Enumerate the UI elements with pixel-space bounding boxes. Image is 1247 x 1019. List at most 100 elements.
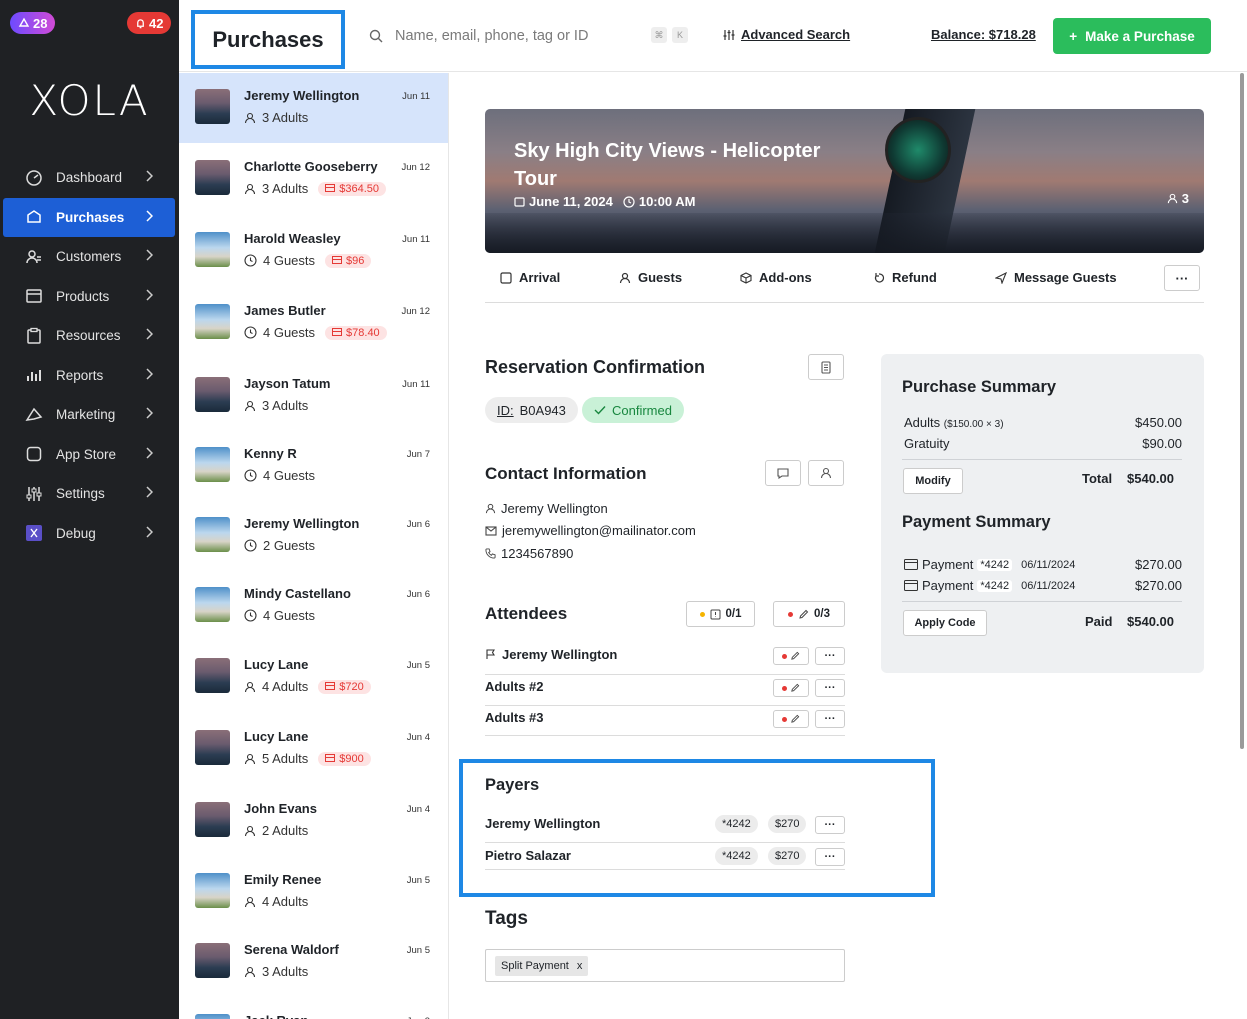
- purchase-list-item[interactable]: Kenny R Jun 7 4 Guests: [179, 431, 448, 501]
- guest-summary: 4 Guests: [244, 468, 315, 483]
- attendee-more-button[interactable]: ···: [815, 710, 845, 728]
- reservation-title: Reservation Confirmation: [485, 357, 706, 377]
- chevron-right-icon: [145, 446, 154, 462]
- page-title: Purchases: [191, 10, 345, 69]
- purchase-date: Jun 5: [406, 945, 430, 956]
- attendee-name[interactable]: Adults #2: [485, 679, 544, 694]
- tab-guests[interactable]: Guests: [619, 270, 682, 285]
- sidebar-item-marketing[interactable]: Marketing: [3, 395, 175, 435]
- experience-thumbnail: [195, 232, 230, 267]
- contact-phone[interactable]: 1234567890: [485, 546, 573, 561]
- receipt-button[interactable]: [808, 354, 844, 380]
- purchase-list-item[interactable]: Lucy Lane Jun 5 4 Adults $720: [179, 642, 448, 712]
- search-input[interactable]: Name, email, phone, tag or ID ⌘ K: [369, 22, 699, 50]
- contact-email[interactable]: jeremywellington@mailinator.com: [485, 523, 696, 538]
- sidebar-item-label: Marketing: [56, 407, 116, 423]
- amount-due-badge: $78.40: [325, 325, 387, 340]
- more-actions-button[interactable]: ···: [1164, 265, 1200, 291]
- xola-logo[interactable]: XOLA: [0, 76, 179, 125]
- attendee-name[interactable]: Adults #3: [485, 710, 544, 725]
- sidebar-item-dashboard[interactable]: Dashboard: [3, 158, 175, 198]
- sidebar-item-resources[interactable]: Resources: [3, 316, 175, 356]
- tab-arrival[interactable]: Arrival: [500, 270, 560, 285]
- message-contact-button[interactable]: [765, 460, 801, 486]
- purchase-list-item[interactable]: Charlotte Gooseberry Jun 12 3 Adults $364.5…: [179, 144, 448, 214]
- payer-card: *4242: [715, 847, 758, 865]
- attendee-more-button[interactable]: ···: [815, 647, 845, 665]
- purchase-list-item[interactable]: Jayson Tatum Jun 11 3 Adults: [179, 361, 448, 431]
- more-icon: ···: [824, 650, 836, 662]
- purchase-list-item[interactable]: Jack RyanJun 3: [179, 998, 448, 1019]
- experience-meta: June 11, 2024 10:00 AM: [514, 194, 695, 209]
- experience-thumbnail: [195, 447, 230, 482]
- alerts-badge[interactable]: 42: [127, 12, 172, 34]
- attendee-name[interactable]: Jeremy Wellington: [485, 647, 617, 662]
- view-customer-button[interactable]: [808, 460, 844, 486]
- attendee-edit-button[interactable]: [773, 679, 809, 697]
- attendee-edit-button[interactable]: [773, 710, 809, 728]
- tags-input[interactable]: Split Payment x: [485, 949, 845, 982]
- clock-icon: [623, 195, 635, 208]
- tab-refund[interactable]: Refund: [873, 270, 937, 285]
- payer-name[interactable]: Jeremy Wellington: [485, 816, 600, 831]
- forms-count: 0/3: [814, 608, 830, 620]
- clock-icon: [244, 609, 257, 622]
- payer-name[interactable]: Pietro Salazar: [485, 848, 571, 863]
- sidebar-item-debug[interactable]: Debug: [3, 514, 175, 554]
- payer-more-button[interactable]: ···: [815, 816, 845, 834]
- user-icon: [244, 825, 256, 837]
- notifications-badge[interactable]: 28: [10, 12, 56, 34]
- remove-tag-icon[interactable]: x: [577, 960, 583, 972]
- sidebar-item-settings[interactable]: Settings: [3, 474, 175, 514]
- top-bar: Purchases Name, email, phone, tag or ID …: [179, 0, 1247, 72]
- gratuity-label: Gratuity: [904, 436, 950, 451]
- reservation-id-chip[interactable]: ID: B0A943: [485, 397, 578, 423]
- sidebar-item-label: Customers: [56, 249, 122, 265]
- tab-add-ons[interactable]: Add-ons: [740, 270, 812, 285]
- apply-code-button[interactable]: Apply Code: [903, 610, 987, 636]
- reservation-id-value: B0A943: [519, 402, 566, 418]
- cash-icon: [332, 327, 343, 339]
- experience-guest-count: 3: [1167, 191, 1189, 206]
- purchase-list-item[interactable]: Harold Weasley Jun 11 4 Guests $96: [179, 216, 448, 286]
- experience-thumbnail: [195, 160, 230, 195]
- payer-more-button[interactable]: ···: [815, 848, 845, 866]
- purchase-date: Jun 6: [406, 519, 430, 530]
- forms-status-button[interactable]: 0/3: [773, 601, 845, 627]
- modify-button[interactable]: Modify: [903, 468, 963, 494]
- amount-due-badge: $720: [318, 679, 371, 694]
- user-icon: [244, 400, 256, 412]
- purchase-list-item[interactable]: Jeremy Wellington Jun 11 3 Adults: [179, 73, 448, 143]
- purchase-date: Jun 6: [406, 589, 430, 600]
- attendee-edit-button[interactable]: [773, 647, 809, 665]
- advanced-search-link[interactable]: Advanced Search: [723, 27, 850, 42]
- scrollbar[interactable]: [1240, 73, 1244, 749]
- make-purchase-button[interactable]: + Make a Purchase: [1053, 18, 1211, 54]
- chevron-right-icon: [145, 209, 154, 225]
- purchase-list-item[interactable]: Emily Renee Jun 5 4 Adults: [179, 857, 448, 927]
- bell-icon: [18, 17, 30, 27]
- gratuity-amount: $90.00: [1142, 436, 1182, 451]
- sidebar-item-label: Settings: [56, 486, 105, 502]
- purchase-list-item[interactable]: James Butler Jun 12 4 Guests $78.40: [179, 288, 448, 358]
- guest-summary-text: 3 Adults: [262, 964, 309, 979]
- sidebar-item-reports[interactable]: Reports: [3, 356, 175, 396]
- attendee-more-button[interactable]: ···: [815, 679, 845, 697]
- balance-link[interactable]: Balance: $718.28: [931, 27, 1036, 42]
- sidebar-item-app-store[interactable]: App Store: [3, 435, 175, 475]
- purchase-list-item[interactable]: John Evans Jun 4 2 Adults: [179, 786, 448, 856]
- tab-message-guests[interactable]: Message Guests: [995, 270, 1117, 285]
- purchase-list-item[interactable]: Lucy Lane Jun 4 5 Adults $900: [179, 714, 448, 784]
- sidebar-item-customers[interactable]: Customers: [3, 237, 175, 277]
- waiver-count: 0/1: [725, 608, 742, 620]
- credit-card-icon: [904, 580, 918, 591]
- waiver-status-button[interactable]: 0/1: [686, 601, 755, 627]
- sidebar-item-products[interactable]: Products: [3, 277, 175, 317]
- purchase-list-item[interactable]: Serena Waldorf Jun 5 3 Adults: [179, 927, 448, 997]
- sidebar-item-purchases[interactable]: Purchases: [3, 197, 175, 237]
- sidebar-item-label: Purchases: [56, 209, 125, 225]
- error-dot: [782, 716, 787, 722]
- edit-icon: [799, 609, 809, 619]
- purchase-list-item[interactable]: Jeremy Wellington Jun 6 2 Guests: [179, 501, 448, 571]
- purchase-list-item[interactable]: Mindy Castellano Jun 6 4 Guests: [179, 571, 448, 641]
